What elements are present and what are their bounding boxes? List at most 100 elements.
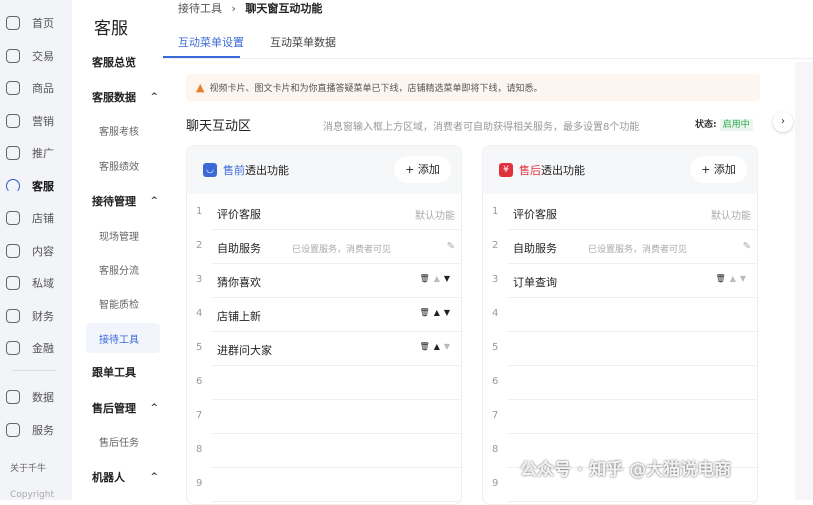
- rail-item-5[interactable]: 客服: [0, 173, 72, 199]
- secondary-nav: 客服 客服总览 客服数据 ^ 客服考核 客服绩效 接待管理 ^ 现场管理 客服分流 智能质检 接待工…: [72, 0, 170, 500]
- nav-item-label: 智能质检: [99, 299, 139, 311]
- nav-item-label: 现场管理: [99, 231, 139, 243]
- rail-item-0[interactable]: 首页: [0, 10, 72, 36]
- nav-item-label: 售后任务: [99, 437, 139, 449]
- row-title: 评价客服: [513, 208, 557, 221]
- nav-item-label: 客服数据: [92, 91, 136, 104]
- delete-icon[interactable]: 🗑: [716, 274, 730, 283]
- headset-icon: [6, 178, 20, 193]
- row-number: 3: [196, 274, 203, 285]
- nav-item-11[interactable]: 售后任务: [86, 426, 160, 456]
- rail-item-label: 私域: [32, 277, 54, 290]
- delete-icon[interactable]: 🗑: [420, 274, 434, 283]
- row-controls: 🗑▲▼: [420, 274, 454, 283]
- default-label: 默认功能: [711, 211, 751, 222]
- nav-item-10[interactable]: 售后管理 ^: [86, 393, 160, 423]
- chevron-up-icon[interactable]: ^: [150, 196, 158, 206]
- breadcrumb-current: 聊天窗互动功能: [245, 2, 323, 15]
- nav-item-8[interactable]: 接待工具: [86, 323, 160, 353]
- list-item: 3 猜你喜欢 🗑▲▼: [187, 264, 461, 298]
- rail-item-2[interactable]: 商品: [0, 75, 72, 101]
- move-down-icon[interactable]: ▼: [444, 274, 454, 283]
- location-icon: [6, 146, 20, 160]
- expand-button[interactable]: ›: [773, 112, 793, 132]
- card-pre-sale: ◡ 售前 透出功能 + 添加 1 评价客服 默认功能 2 自助服务 已设置服务，消费者可见 ✎ 3 猜你…: [186, 145, 462, 505]
- row-title: 订单查询: [513, 276, 557, 289]
- rail-item-8[interactable]: 私域: [0, 270, 72, 296]
- rail-item-10[interactable]: 金融: [0, 335, 72, 361]
- megaphone-icon: [6, 113, 20, 128]
- row-number: 9: [196, 478, 203, 489]
- nav-item-6[interactable]: 客服分流: [86, 254, 160, 284]
- list-item: 3 订单查询 🗑▲▼: [483, 264, 757, 298]
- row-controls: 🗑▲▼: [420, 342, 454, 351]
- bag-icon: ◡: [203, 163, 217, 177]
- move-down-icon[interactable]: ▼: [740, 274, 750, 283]
- nav-item-3[interactable]: 客服绩效: [86, 150, 160, 180]
- nav-item-1[interactable]: 客服数据 ^: [86, 82, 160, 112]
- rail-item-label: 服务: [32, 423, 54, 437]
- chevron-up-icon[interactable]: ^: [150, 92, 158, 102]
- move-down-icon[interactable]: ▼: [444, 308, 454, 317]
- nav-item-7[interactable]: 智能质检: [86, 288, 160, 318]
- move-down-icon[interactable]: ▼: [444, 342, 454, 351]
- nav-item-2[interactable]: 客服考核: [86, 115, 160, 145]
- nav-item-5[interactable]: 现场管理: [86, 220, 160, 250]
- list-item: 6: [187, 366, 461, 400]
- tab-menu-data[interactable]: 互动菜单数据: [270, 34, 336, 50]
- row-number: 4: [196, 308, 203, 319]
- nav-item-0[interactable]: 客服总览: [86, 47, 160, 77]
- nav-item-label: 客服考核: [99, 126, 139, 138]
- nav-item-12[interactable]: 机器人 ^: [86, 462, 160, 492]
- move-up-icon[interactable]: ▲: [434, 342, 444, 351]
- rail-item-label: 商品: [32, 82, 54, 95]
- rail-item-3[interactable]: 营销: [0, 108, 72, 134]
- rail-item-7[interactable]: 内容: [0, 238, 72, 264]
- status-badge: 启用中: [719, 119, 753, 131]
- row-number: 6: [492, 376, 499, 387]
- edit-icon[interactable]: ✎: [743, 241, 751, 252]
- add-button[interactable]: + 添加: [690, 156, 747, 183]
- list-item: 7: [483, 400, 757, 434]
- rail-item-label: 数据: [32, 391, 54, 404]
- card-title: 透出功能: [541, 164, 585, 177]
- rail-item-label: 交易: [32, 49, 54, 63]
- list-item: 4: [483, 298, 757, 332]
- rail-item-4[interactable]: 推广: [0, 140, 72, 166]
- rail-item-9[interactable]: 财务: [0, 303, 72, 329]
- row-controls: 🗑▲▼: [420, 308, 454, 317]
- about-link[interactable]: 关于千牛: [10, 461, 46, 474]
- yuan-icon: [6, 308, 20, 323]
- list-item: 2 自助服务 已设置服务，消费者可见 ✎: [483, 230, 757, 264]
- rail-item-6[interactable]: 店铺: [0, 205, 72, 231]
- status-label: 状态:: [695, 120, 717, 130]
- nav-item-label: 接待管理: [92, 195, 136, 208]
- chevron-up-icon[interactable]: ^: [150, 403, 158, 413]
- delete-icon[interactable]: 🗑: [420, 308, 434, 317]
- add-button[interactable]: + 添加: [394, 156, 451, 183]
- nav-item-9[interactable]: 跟单工具: [86, 357, 160, 387]
- move-up-icon[interactable]: ▲: [730, 274, 740, 283]
- rail-item-11[interactable]: 数据: [0, 384, 72, 410]
- row-desc: 已设置服务，消费者可见: [292, 245, 392, 255]
- list-item: 8: [187, 434, 461, 468]
- edit-icon[interactable]: ✎: [447, 241, 455, 252]
- rail-divider: [12, 370, 57, 371]
- status: 状态: 启用中: [695, 117, 753, 131]
- rail-item-1[interactable]: 交易: [0, 43, 72, 69]
- row-number: 1: [196, 206, 203, 217]
- card-header: ¥ 售后 透出功能 + 添加: [483, 146, 757, 194]
- chevron-right-icon: ›: [781, 116, 785, 127]
- chevron-up-icon[interactable]: ^: [150, 472, 158, 482]
- chart-icon: [6, 390, 20, 404]
- rail-item-12[interactable]: 服务: [0, 417, 72, 443]
- row-number: 4: [492, 308, 499, 319]
- row-number: 3: [492, 274, 499, 285]
- breadcrumb-parent[interactable]: 接待工具: [178, 2, 222, 15]
- watermark: 公众号 · 知乎 @大猫说电商: [520, 460, 732, 480]
- move-up-icon[interactable]: ▲: [434, 274, 444, 283]
- move-up-icon[interactable]: ▲: [434, 308, 444, 317]
- nav-item-4[interactable]: 接待管理 ^: [86, 186, 160, 216]
- delete-icon[interactable]: 🗑: [420, 342, 434, 351]
- tab-menu-settings[interactable]: 互动菜单设置: [178, 34, 244, 50]
